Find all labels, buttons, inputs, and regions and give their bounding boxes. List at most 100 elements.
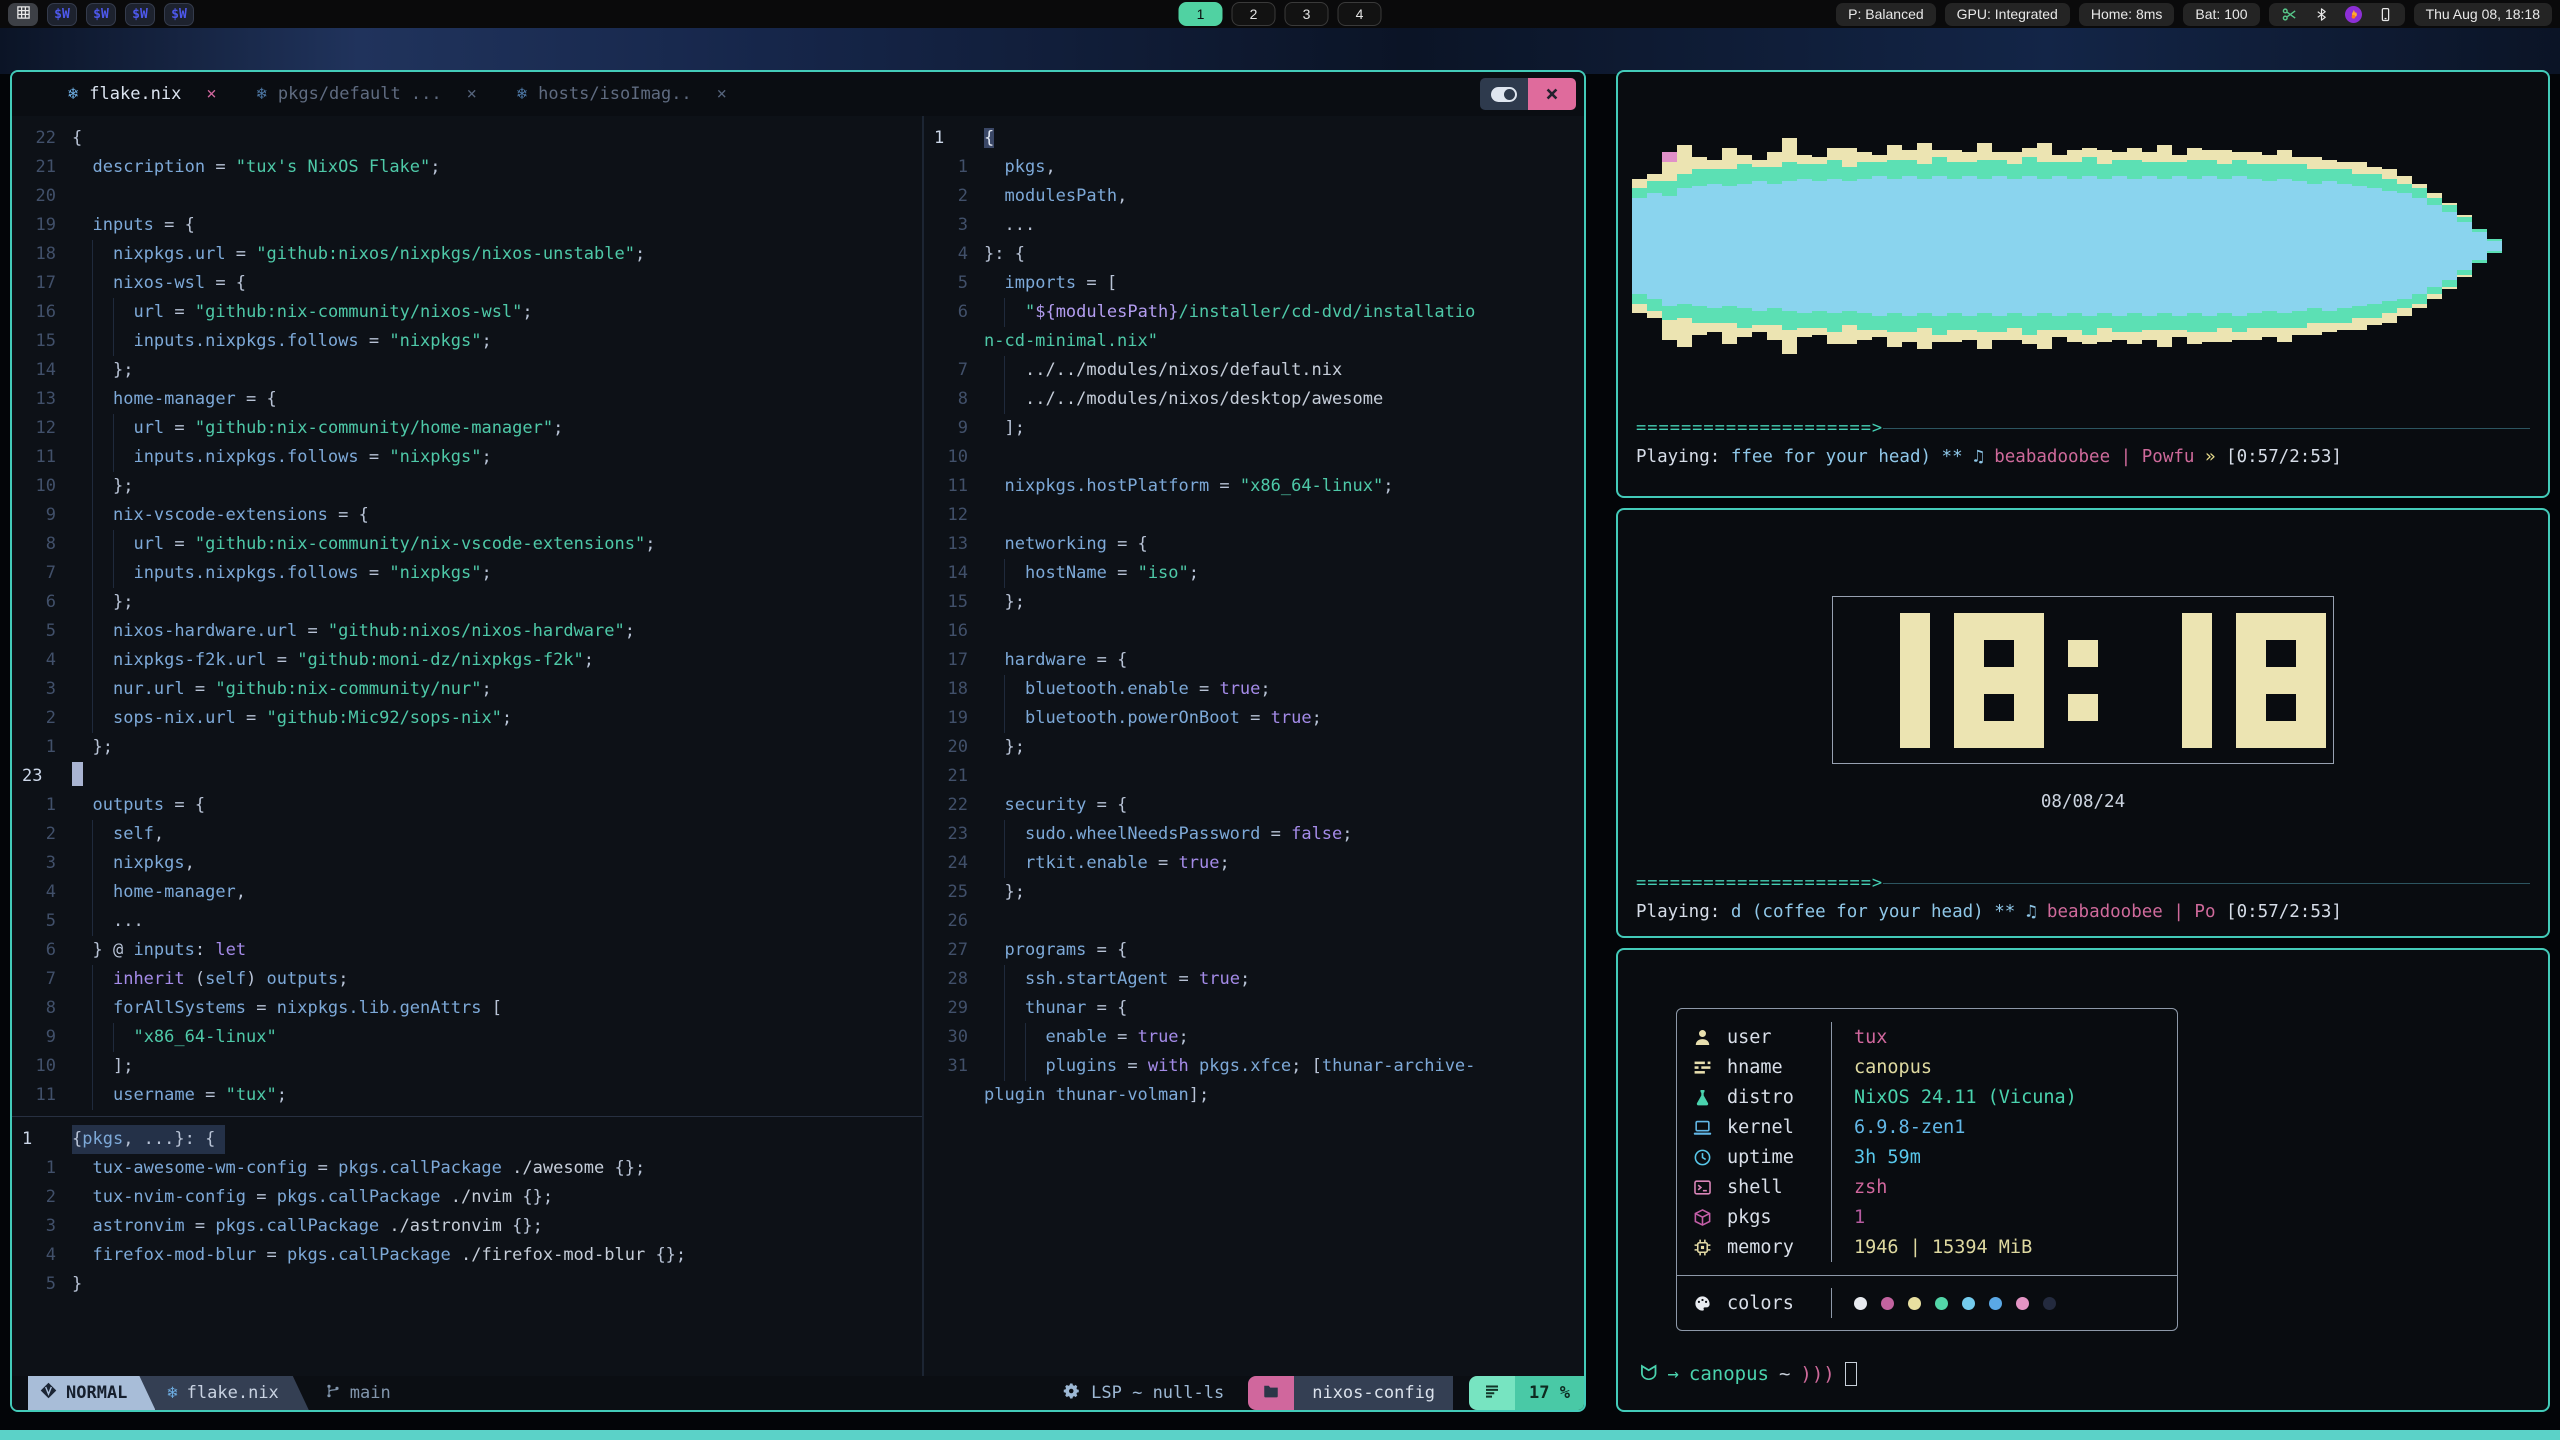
tag-button-3[interactable]: 3 [1285, 2, 1329, 26]
line-number: 19 [924, 704, 984, 733]
buffer-tab-label: flake.nix [89, 84, 181, 104]
token: = [1117, 1056, 1148, 1076]
colors-label: colors [1727, 1288, 1831, 1318]
indent [72, 1023, 92, 1052]
tab-close-icon[interactable]: × [206, 84, 216, 104]
status-pill[interactable]: GPU: Integrated [1945, 3, 2070, 26]
code-text: nixpkgs.hostPlatform = "x86_64-linux"; [984, 472, 1393, 501]
viz-segment [2262, 311, 2277, 328]
line-number: 21 [924, 762, 984, 791]
tag-button-2[interactable]: 2 [1232, 2, 1276, 26]
line-number: 11 [12, 1081, 72, 1110]
workspace-button[interactable]: $W [47, 3, 77, 26]
line-number: 22 [12, 124, 72, 153]
indent [92, 617, 112, 646]
token: "iso" [1138, 563, 1189, 583]
line-number: 12 [924, 501, 984, 530]
indent [1004, 675, 1024, 704]
indent [113, 1023, 133, 1052]
indent [92, 501, 112, 530]
buffer-tab-hosts-isoImag-[interactable]: ❄hosts/isoImag..× [517, 84, 727, 104]
viz-segment [1647, 193, 1662, 299]
viz-segment [2157, 145, 2172, 162]
token: : [195, 940, 215, 960]
scissors-icon[interactable] [2281, 6, 2298, 23]
token [1045, 1085, 1055, 1105]
toggle-icon [1491, 87, 1517, 102]
digit-cell [1840, 613, 1870, 640]
token: bluetooth.powerOnBoot [1025, 708, 1240, 728]
phone-icon[interactable] [2378, 6, 2393, 23]
viz-segment [2187, 179, 2202, 313]
indent [92, 820, 112, 849]
terminal-icon [1677, 1172, 1727, 1202]
toggle-button[interactable] [1480, 78, 1528, 110]
line-number: 5 [12, 907, 72, 936]
tag-button-4[interactable]: 4 [1338, 2, 1382, 26]
viz-segment [1842, 325, 1857, 344]
token: forAllSystems [113, 998, 246, 1018]
digit-cell [2296, 640, 2326, 667]
digit-cell [2152, 613, 2182, 640]
code-line: 7 ../../modules/nixos/default.nix [924, 356, 1584, 385]
digit-cell [2152, 640, 2182, 667]
viz-segment [2082, 148, 2097, 158]
code-text: tux-awesome-wm-config = pkgs.callPackage… [72, 1154, 645, 1183]
workspace-button[interactable]: $W [125, 3, 155, 26]
viz-segment [2007, 313, 2022, 327]
artist-name: beabadoobee | Powfu [1984, 447, 2205, 467]
workspace-button[interactable]: $W [164, 3, 194, 26]
token: = [164, 418, 195, 438]
line-number: 28 [924, 965, 984, 994]
viz-segment [1857, 313, 1872, 330]
viz-segment [2187, 160, 2202, 179]
close-button[interactable]: × [1528, 78, 1576, 110]
tag-button-1[interactable]: 1 [1179, 2, 1223, 26]
digit-cell [2266, 721, 2296, 748]
digit-cell [2182, 667, 2212, 694]
iso-buffer[interactable]: 1{1 pkgs,2 modulesPath,3 ...4}: {5 impor… [924, 116, 1584, 1376]
pink-pixel [1662, 152, 1677, 162]
token: = { [164, 795, 205, 815]
token: nix-vscode-extensions [113, 505, 328, 525]
launcher-button[interactable] [8, 3, 38, 26]
code-line: 10 }; [12, 472, 922, 501]
viz-segment [2397, 299, 2412, 309]
digit-cell [1840, 640, 1870, 667]
inactive-cursor: { [984, 128, 994, 148]
token: "github:nixos/nixpkgs/nixos-unstable" [256, 244, 635, 264]
flame-icon[interactable] [2345, 6, 2362, 23]
bluetooth-icon[interactable] [2314, 6, 2329, 23]
indent [984, 530, 1004, 559]
workspace-button[interactable]: $W [86, 3, 116, 26]
status-pill[interactable]: Home: 8ms [2079, 3, 2175, 26]
viz-segment [2142, 162, 2157, 176]
code-text: nixos-wsl = { [72, 269, 246, 298]
viz-segment [2262, 155, 2277, 165]
line-number: 8 [12, 994, 72, 1023]
code-line: 14 }; [12, 356, 922, 385]
visualizer-bar [1917, 143, 1932, 349]
viz-segment [2292, 311, 2307, 328]
code-line: 16 [924, 617, 1584, 646]
code-text: tux-nvim-config = pkgs.callPackage ./nvi… [72, 1183, 553, 1212]
buffer-tab-pkgs-default-[interactable]: ❄pkgs/default ...× [257, 84, 477, 104]
buffer-tab-flake-nix[interactable]: ❄flake.nix× [68, 84, 217, 104]
code-line: 4 nixpkgs-f2k.url = "github:moni-dz/nixp… [12, 646, 922, 675]
indent [72, 530, 92, 559]
shell-prompt[interactable]: ᗢ → canopus ~ ))) [1618, 1361, 2548, 1410]
wallpaper-strip [0, 28, 2560, 74]
flake-buffer[interactable]: 22{21 description = "tux's NixOS Flake";… [12, 116, 922, 1116]
package-icon [1677, 1202, 1727, 1232]
viz-segment [1857, 152, 1872, 162]
laptop-icon [1677, 1112, 1727, 1142]
code-text: self, [72, 820, 164, 849]
status-pill[interactable]: Bat: 100 [2183, 3, 2259, 26]
tab-close-icon[interactable]: × [717, 84, 727, 104]
pkgs-buffer[interactable]: 1{pkgs, ...}: {1 tux-awesome-wm-config =… [12, 1117, 922, 1376]
indent [92, 298, 112, 327]
status-pill[interactable]: P: Balanced [1836, 3, 1936, 26]
tab-close-icon[interactable]: × [467, 84, 477, 104]
clock-pill[interactable]: Thu Aug 08, 18:18 [2414, 3, 2552, 26]
digit-cell [1954, 694, 1984, 721]
